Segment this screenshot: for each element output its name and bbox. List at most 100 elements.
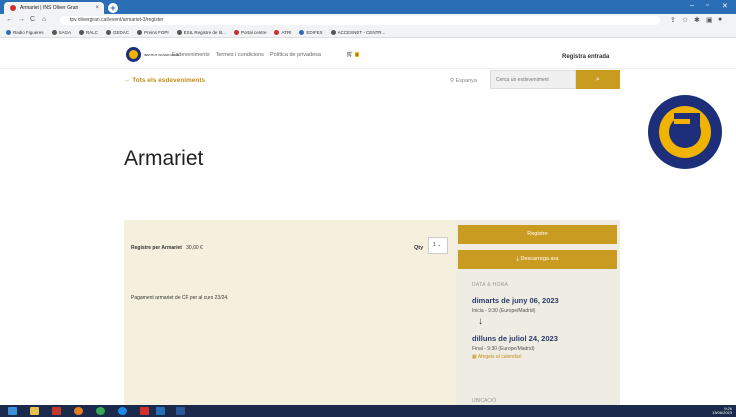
bookmark-item[interactable]: Portal centre	[233, 29, 267, 35]
start-time: Inicia - 9:30 (Europe/Madrid)	[472, 308, 536, 314]
bookmark-item[interactable]: ACCESNET - CENTR...	[330, 29, 386, 35]
bookmark-icon	[233, 29, 239, 35]
bookmark-icon	[274, 29, 280, 35]
location-heading: UBICACIÓ	[472, 398, 497, 404]
chrome-active-icon[interactable]	[156, 407, 165, 415]
download-label: Descarrega ara	[520, 256, 559, 262]
search-icon: ⌕	[596, 76, 600, 83]
browser-tab-bar: Armariet | INS Oliver Gran × + – ▫ ✕	[0, 0, 736, 14]
cart-count-badge: 0	[354, 52, 359, 57]
bookmark-icon	[299, 29, 305, 35]
end-date: dilluns de juliol 24, 2023	[472, 334, 558, 343]
event-description: Pagament armariet de CF per al curs 23/2…	[131, 295, 229, 301]
login-link[interactable]: Registra entrada	[562, 54, 609, 60]
back-arrow-icon[interactable]: ←	[6, 16, 13, 23]
bookmark-icon	[51, 29, 57, 35]
profile-icon[interactable]: ●	[718, 16, 722, 23]
bookmark-item[interactable]: SAGA	[51, 29, 72, 35]
ticket-price: 30,00 €	[186, 245, 203, 251]
bookmarks-bar: Radio Figueres SAGA RALC GEDAC Preins FO…	[0, 27, 736, 38]
bookmark-icon	[6, 29, 11, 35]
reload-icon[interactable]: C	[30, 16, 35, 23]
close-window-button[interactable]: ✕	[722, 2, 728, 10]
back-to-events-link[interactable]: ← Tots els esdeveniments	[124, 77, 205, 84]
main-nav: Esdeveniments Termes i condicions Políti…	[172, 52, 321, 58]
bookmark-icon	[137, 29, 143, 35]
windows-taskbar: 9:26 13/06/2023	[0, 405, 736, 417]
maximize-button[interactable]: ▫	[706, 2, 708, 9]
chevron-down-icon: ⌄	[437, 242, 442, 248]
bookmark-item[interactable]: Radio Figueres	[6, 29, 44, 35]
bookmark-item[interactable]: RALC	[79, 29, 99, 35]
app-icon[interactable]	[140, 407, 149, 415]
search-button[interactable]: ⌕	[576, 70, 620, 89]
forward-arrow-icon[interactable]: →	[18, 16, 25, 23]
tab-title: Armariet | INS Oliver Gran	[20, 5, 79, 11]
word-icon[interactable]	[176, 407, 185, 415]
bookmark-icon	[176, 29, 182, 35]
bookmark-icon	[79, 29, 85, 35]
cart-button[interactable]: 🛒︎ 0	[346, 51, 359, 58]
bookmark-label: EDIFEX	[306, 29, 323, 35]
start-icon[interactable]	[8, 407, 17, 415]
bookmark-label: Portal centre	[240, 29, 267, 35]
bookmark-item[interactable]: Preins FOPI	[137, 29, 169, 35]
nav-privacy[interactable]: Política de privadesa	[270, 52, 321, 58]
datetime-heading: DATA & HORA	[472, 282, 509, 288]
start-date: dimarts de juny 06, 2023	[472, 296, 559, 305]
ticket-name: Registre per Armariet	[131, 245, 182, 251]
bookmark-item[interactable]: GEDAC	[106, 29, 130, 35]
nav-events[interactable]: Esdeveniments	[172, 52, 210, 58]
file-explorer-icon[interactable]	[30, 407, 39, 415]
minimize-button[interactable]: –	[690, 2, 694, 9]
acrobat-icon[interactable]	[52, 407, 61, 415]
download-button[interactable]: ⤓ Descarrega ara	[458, 250, 617, 269]
end-time: Final - 9:30 (Europe/Madrid)	[472, 346, 535, 352]
site-header: INSTITUT OLIVER GRAN Esdeveniments Terme…	[0, 39, 736, 69]
arrow-down-icon: ↓	[478, 316, 483, 327]
tab-close-button[interactable]: ×	[95, 5, 99, 11]
bookmark-label: GEDAC	[113, 29, 130, 35]
register-button[interactable]: Registre	[458, 225, 617, 244]
location-filter[interactable]: ⚲ Espanya	[450, 78, 477, 84]
sidebar-icon[interactable]: ▣	[706, 16, 713, 24]
page-title: Armariet	[124, 147, 204, 170]
bookmark-icon	[106, 29, 112, 35]
location-label: Espanya	[455, 78, 477, 84]
bookmark-label: ATRI	[281, 29, 292, 35]
new-tab-button[interactable]: +	[108, 3, 118, 13]
nav-terms[interactable]: Termes i condicions	[216, 52, 264, 58]
star-icon[interactable]: ☆	[682, 16, 688, 24]
bookmark-item[interactable]: ATRI	[274, 29, 292, 35]
qty-label: Qty	[414, 245, 424, 251]
bookmark-label: ACCESNET - CENTR...	[337, 29, 386, 35]
site-logo[interactable]	[126, 47, 141, 62]
browser-tab[interactable]: Armariet | INS Oliver Gran ×	[4, 2, 104, 14]
bookmark-item[interactable]: ESIL Registre de tit...	[176, 29, 226, 35]
edge-icon[interactable]	[118, 407, 127, 415]
quantity-select[interactable]: 1 ⌄	[428, 237, 448, 254]
chrome-icon[interactable]	[96, 407, 105, 415]
bookmark-label: ESIL Registre de tit...	[183, 29, 226, 35]
url-field[interactable]: tpv.olivergran.cat/event/armariet-3/regi…	[60, 16, 660, 25]
extensions-icon[interactable]: ✱	[694, 16, 700, 24]
firefox-icon[interactable]	[74, 407, 83, 415]
bookmark-label: Preins FOPI	[144, 29, 169, 35]
address-bar-row: ← → C ⌂ tpv.olivergran.cat/event/armarie…	[0, 14, 736, 27]
event-search-input[interactable]	[490, 70, 576, 89]
bookmark-label: Radio Figueres	[13, 29, 44, 35]
cart-icon: 🛒︎	[346, 52, 354, 58]
ticket-row: Registre per Armariet 30,00 €	[131, 245, 203, 251]
add-calendar-label: Afegeix al calendari	[477, 354, 522, 360]
add-to-calendar-link[interactable]: ▦ Afegeix al calendari	[472, 354, 521, 360]
bookmark-label: SAGA	[58, 29, 72, 35]
share-icon[interactable]: ⇪	[670, 16, 676, 24]
system-clock[interactable]: 9:26 13/06/2023	[680, 407, 732, 415]
clock-date: 13/06/2023	[711, 410, 732, 415]
bookmark-label: RALC	[86, 29, 99, 35]
logo-bar	[674, 119, 690, 124]
home-icon[interactable]: ⌂	[42, 16, 46, 23]
bookmark-item[interactable]: EDIFEX	[299, 29, 323, 35]
site-favicon-icon	[10, 5, 16, 11]
school-logo-large	[648, 95, 722, 169]
